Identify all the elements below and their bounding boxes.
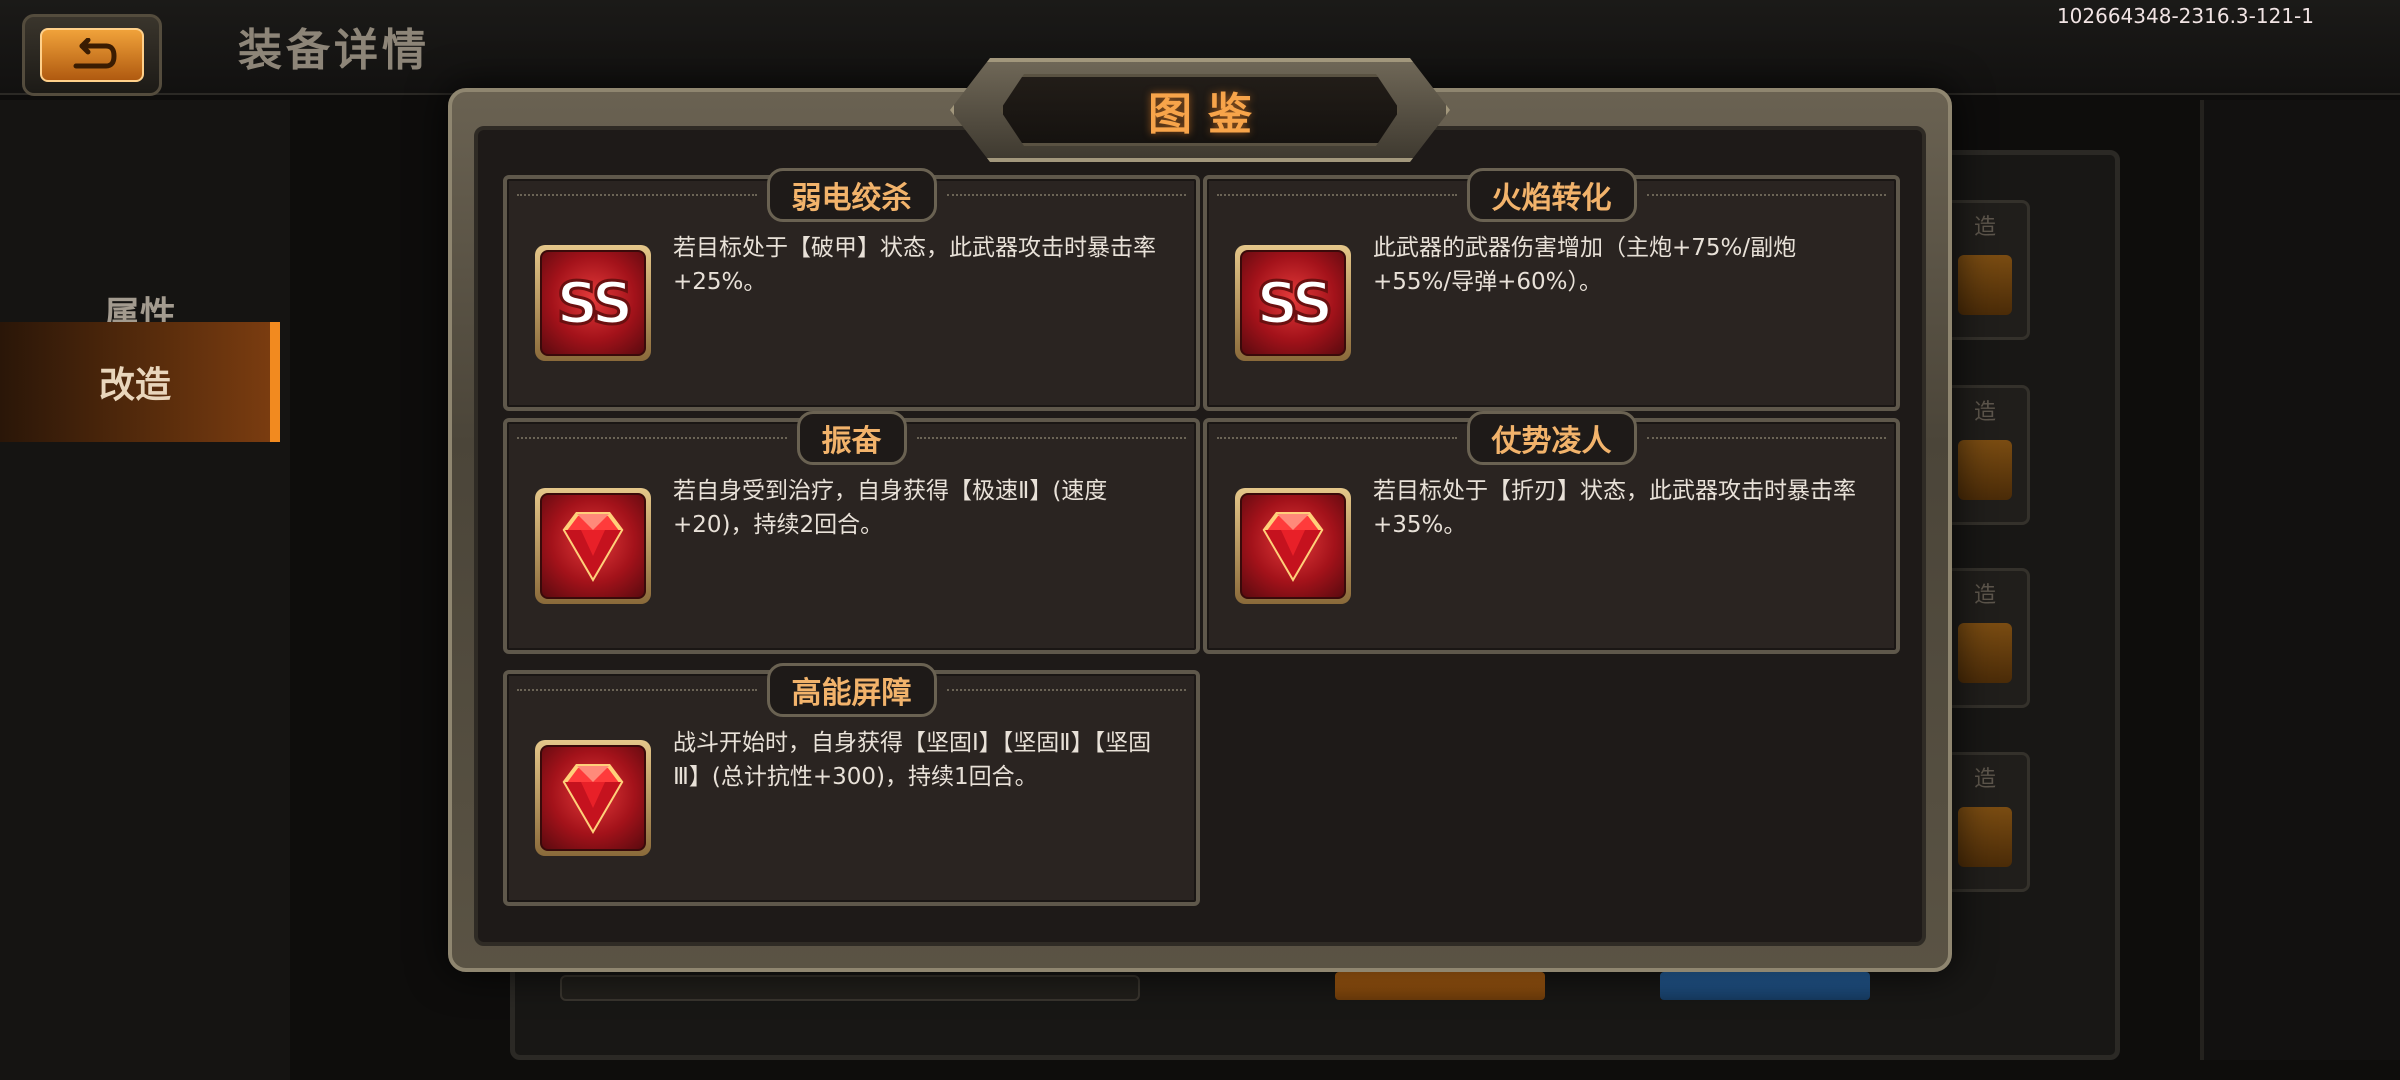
card-title-bar: 振奋 [507, 411, 1196, 465]
back-arrow-icon [40, 28, 144, 82]
background-slot: 造 [1940, 385, 2030, 525]
card-description: 若目标处于【折刃】状态，此武器攻击时暴击率+35%。 [1373, 478, 1856, 538]
modal-title: 图鉴 [1148, 89, 1268, 140]
card-title-bar: 高能屏障 [507, 663, 1196, 717]
modal-header: 图鉴 [950, 58, 1450, 162]
ss-badge-icon: SS [535, 245, 651, 361]
card-title: 振奋 [796, 411, 907, 465]
background-slot: 造 [1940, 752, 2030, 892]
card-title: 火焰转化 [1466, 168, 1637, 222]
codex-card: 振奋 若自身受到治疗，自身获得【极速Ⅱ】(速度+20)，持续2回合。 [503, 411, 1200, 654]
card-title: 弱电绞杀 [766, 168, 937, 222]
background-bar [560, 975, 1140, 1001]
card-title: 高能屏障 [766, 663, 937, 717]
background-button [1335, 972, 1545, 1000]
header-core: 图鉴 [1000, 74, 1400, 146]
ruby-gem-icon [535, 488, 651, 604]
background-slot: 造 [1940, 568, 2030, 708]
background-button [1660, 972, 1870, 1000]
codex-card: 弱电绞杀 SS 若目标处于【破甲】状态，此武器攻击时暴击率+25%。 [503, 168, 1200, 411]
card-title-bar: 仗势凌人 [1207, 411, 1896, 465]
nav-item-modify[interactable]: 改造 [0, 322, 280, 442]
build-id-text: 102664348-2316.3-121-1 [2056, 4, 2314, 28]
card-description: 若自身受到治疗，自身获得【极速Ⅱ】(速度+20)，持续2回合。 [673, 478, 1108, 538]
codex-card: 火焰转化 SS 此武器的武器伤害增加（主炮+75%/副炮+55%/导弹+60%）… [1203, 168, 1900, 411]
card-description: 此武器的武器伤害增加（主炮+75%/副炮+55%/导弹+60%）。 [1373, 235, 1797, 295]
page-title: 装备详情 [238, 25, 430, 76]
background-slot: 造 [1940, 200, 2030, 340]
background-decoration [2200, 100, 2400, 1060]
card-title-bar: 弱电绞杀 [507, 168, 1196, 222]
card-title: 仗势凌人 [1466, 411, 1637, 465]
card-description: 若目标处于【破甲】状态，此武器攻击时暴击率+25%。 [673, 235, 1156, 295]
back-button[interactable] [22, 14, 162, 96]
codex-card: 仗势凌人 若目标处于【折刃】状态，此武器攻击时暴击率+35%。 [1203, 411, 1900, 654]
ss-badge-icon: SS [1235, 245, 1351, 361]
codex-card: 高能屏障 战斗开始时，自身获得【坚固Ⅰ】【坚固Ⅱ】【坚固Ⅲ】(总计抗性+300)… [503, 663, 1200, 906]
card-description: 战斗开始时，自身获得【坚固Ⅰ】【坚固Ⅱ】【坚固Ⅲ】(总计抗性+300)，持续1回… [673, 730, 1152, 790]
ruby-gem-icon [535, 740, 651, 856]
ruby-gem-icon [1235, 488, 1351, 604]
side-nav: 属性 改造 [0, 100, 290, 1080]
card-title-bar: 火焰转化 [1207, 168, 1896, 222]
